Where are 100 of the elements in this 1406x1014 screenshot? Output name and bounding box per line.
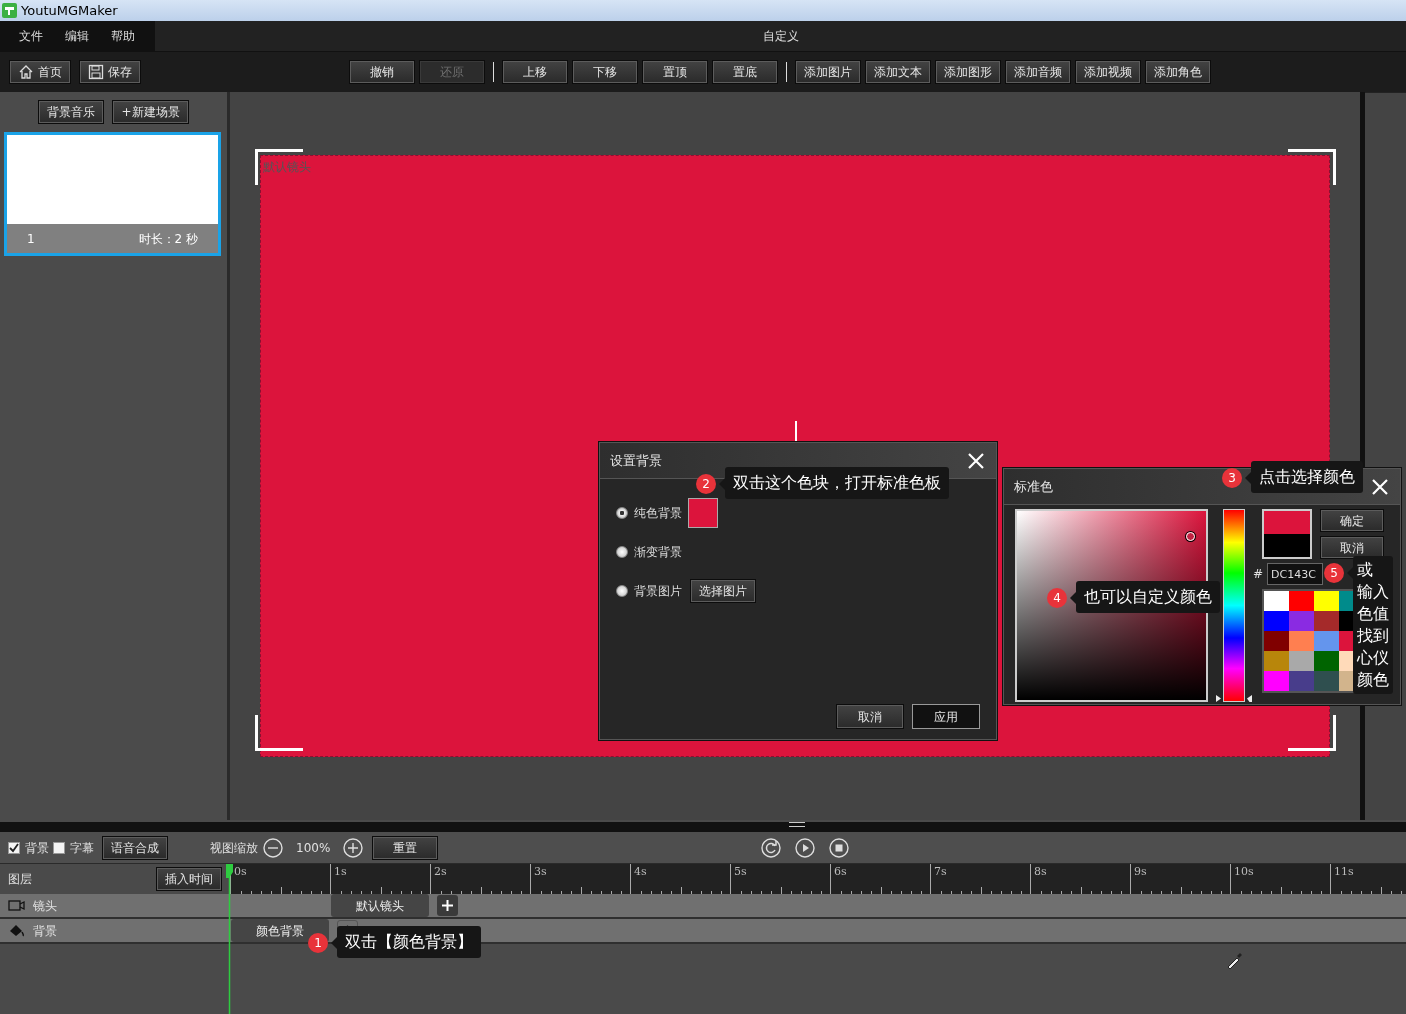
add-clip-button[interactable] <box>437 895 458 916</box>
checkbox[interactable] <box>8 841 20 854</box>
callout-tooltip: 或输入色值找到心仪颜色 <box>1353 556 1393 694</box>
color-swatch[interactable] <box>1264 651 1289 671</box>
color-swatch[interactable] <box>1289 611 1314 631</box>
zoom-value: 100% <box>296 839 331 857</box>
toolbar-button[interactable]: 添加视频 <box>1075 60 1141 84</box>
menu-item[interactable]: 文件 <box>8 27 54 45</box>
dialog-button[interactable]: 取消 <box>1320 536 1384 559</box>
hash-label: # <box>1253 566 1264 583</box>
scene-panel-button[interactable]: 背景音乐 <box>38 100 105 124</box>
color-swatch[interactable] <box>688 497 718 528</box>
toolbar-button[interactable]: 下移 <box>572 60 638 84</box>
ruler-label: 5s <box>733 864 748 880</box>
color-swatch[interactable] <box>1264 631 1289 651</box>
stage-center-mark <box>795 421 797 441</box>
ruler-label: 6s <box>833 864 848 880</box>
checkbox[interactable] <box>53 841 65 854</box>
ruler-label: 3s <box>533 864 548 880</box>
refresh-button[interactable] <box>760 836 783 859</box>
option-label: 纯色背景 <box>634 504 682 522</box>
timeline-clip[interactable]: 默认镜头 <box>331 894 429 917</box>
play-button[interactable] <box>794 836 817 859</box>
callout-tooltip: 点击选择颜色 <box>1251 461 1363 493</box>
radio-button[interactable] <box>616 506 628 519</box>
plus-icon <box>441 899 454 912</box>
checkbox-label: 背景 <box>25 839 49 857</box>
close-icon <box>1370 477 1390 497</box>
choose-image-button[interactable]: 选择图片 <box>690 578 756 603</box>
toolbar-button[interactable]: 添加音频 <box>1005 60 1071 84</box>
ruler-label: 1s <box>333 864 348 880</box>
dialog-title: 设置背景 <box>610 451 662 470</box>
track-name: 背景 <box>33 922 57 940</box>
toolbar-button[interactable]: 置底 <box>712 60 778 84</box>
dialog-title: 标准色 <box>1014 477 1053 496</box>
insert-time-button[interactable]: 插入时间 <box>156 867 222 891</box>
radio-button[interactable] <box>616 584 628 597</box>
close-button[interactable] <box>966 450 986 471</box>
dialog-button[interactable]: 取消 <box>836 704 904 729</box>
scene-card[interactable]: 1 时长：2 秒 <box>4 132 221 256</box>
color-swatch[interactable] <box>1289 631 1314 651</box>
app-logo-icon <box>2 3 17 18</box>
hue-slider[interactable] <box>1216 509 1252 702</box>
close-icon <box>966 451 986 471</box>
zoom-out-button[interactable] <box>262 836 284 859</box>
scene-panel-button[interactable]: +新建场景 <box>112 100 189 124</box>
hue-slider-thumb[interactable] <box>1216 695 1252 702</box>
ruler-label: 8s <box>1033 864 1048 880</box>
menu-item[interactable]: 帮助 <box>100 27 146 45</box>
radio-button[interactable] <box>616 545 628 558</box>
layers-label: 图层 <box>8 871 32 888</box>
option-label: 背景图片 <box>634 582 682 600</box>
toolbar-button[interactable]: 添加角色 <box>1145 60 1211 84</box>
toolbar-button[interactable]: 撤销 <box>349 60 415 84</box>
camera-icon <box>8 898 25 913</box>
stop-button[interactable] <box>828 836 851 859</box>
checkbox-label: 字幕 <box>70 839 94 857</box>
color-swatch[interactable] <box>1314 671 1339 691</box>
close-button[interactable] <box>1370 476 1390 497</box>
splitter-handle[interactable] <box>789 822 805 827</box>
menu-item[interactable]: 编辑 <box>54 27 100 45</box>
previous-color-preview <box>1264 534 1310 557</box>
save-button[interactable]: 保存 <box>79 60 141 84</box>
zoom-in-icon <box>343 837 364 858</box>
app-name: YoutuMGMaker <box>21 1 118 20</box>
ruler-label: 9s <box>1133 864 1148 880</box>
toolbar-button[interactable]: 上移 <box>502 60 568 84</box>
zoom-in-button[interactable] <box>342 836 365 859</box>
color-swatch[interactable] <box>1314 631 1339 651</box>
track-name: 镜头 <box>33 897 57 915</box>
play-icon <box>795 837 816 858</box>
paint-bucket-icon <box>8 923 25 938</box>
color-swatch[interactable] <box>1264 591 1289 611</box>
reset-button[interactable]: 重置 <box>372 835 439 860</box>
toolbar-button[interactable]: 添加文本 <box>865 60 931 84</box>
option-label: 渐变背景 <box>634 543 682 561</box>
color-swatch[interactable] <box>1314 611 1339 631</box>
toolbar-button[interactable]: 添加图片 <box>795 60 861 84</box>
color-swatch[interactable] <box>1314 651 1339 671</box>
color-swatch[interactable] <box>1264 611 1289 631</box>
camera-label: 默认镜头 <box>262 159 312 176</box>
hex-color-field[interactable]: DC143C <box>1267 563 1324 585</box>
scene-duration: 时长：2 秒 <box>138 230 198 248</box>
ruler-label: 10s <box>1233 864 1255 880</box>
color-swatch[interactable] <box>1289 651 1314 671</box>
step-number: 1 <box>308 933 328 953</box>
dialog-button[interactable]: 确定 <box>1320 509 1384 532</box>
color-swatch[interactable] <box>1289 591 1314 611</box>
color-swatch[interactable] <box>1289 671 1314 691</box>
ruler-label: 11s <box>1333 864 1355 880</box>
toolbar-button[interactable]: 置顶 <box>642 60 708 84</box>
speech-synthesis-button[interactable]: 语音合成 <box>102 835 168 860</box>
home-button[interactable]: 首页 <box>9 60 71 84</box>
toolbar-button[interactable]: 添加图形 <box>935 60 1001 84</box>
dialog-button[interactable]: 应用 <box>912 704 980 729</box>
color-swatch[interactable] <box>1314 591 1339 611</box>
eyedropper-cursor-icon <box>1226 951 1244 969</box>
ruler-label: 0s <box>233 864 248 880</box>
color-swatch[interactable] <box>1264 671 1289 691</box>
zoom-label: 视图缩放 <box>210 839 258 857</box>
